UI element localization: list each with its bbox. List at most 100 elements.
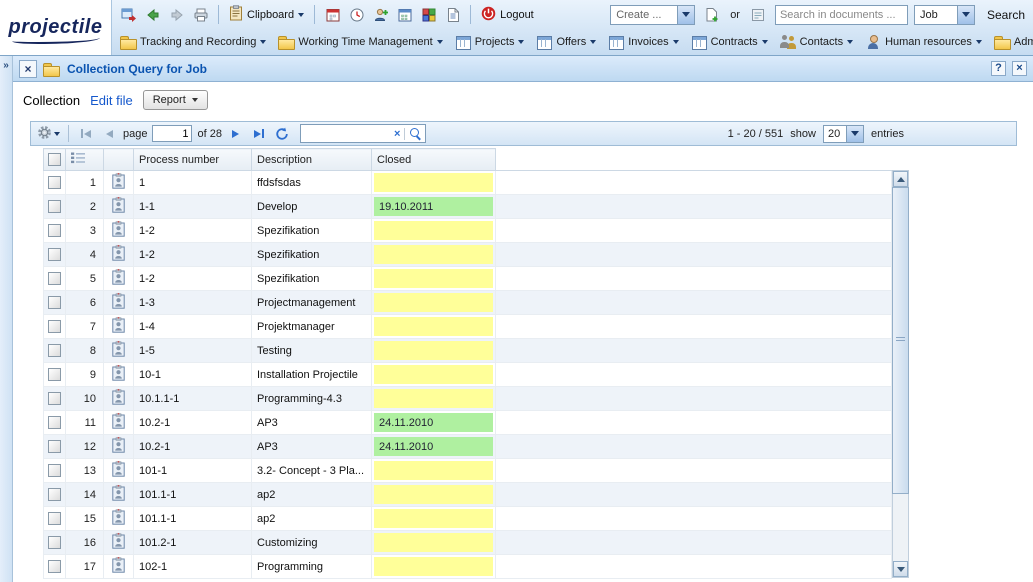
row-checkbox[interactable] bbox=[48, 296, 61, 309]
next-page-button[interactable] bbox=[227, 125, 245, 143]
chevron-down-icon[interactable] bbox=[957, 6, 974, 24]
process-number-cell[interactable]: 10-1 bbox=[134, 363, 252, 387]
description-cell[interactable]: AP3 bbox=[252, 435, 372, 459]
template-icon[interactable] bbox=[748, 4, 769, 25]
job-icon[interactable] bbox=[112, 372, 125, 384]
table-settings-button[interactable] bbox=[37, 125, 60, 143]
row-checkbox[interactable] bbox=[48, 368, 61, 381]
scroll-down-button[interactable] bbox=[893, 561, 908, 577]
row-checkbox[interactable] bbox=[48, 416, 61, 429]
process-number-cell[interactable]: 10.2-1 bbox=[134, 411, 252, 435]
process-number-cell[interactable]: 1-2 bbox=[134, 243, 252, 267]
clear-filter-icon[interactable]: × bbox=[390, 128, 405, 140]
menu-item-administration[interactable]: Administration bbox=[994, 35, 1033, 49]
search-button[interactable]: Search bbox=[987, 8, 1025, 22]
process-number-cell[interactable]: 101.2-1 bbox=[134, 531, 252, 555]
refresh-button[interactable] bbox=[273, 125, 291, 143]
chevron-down-icon[interactable] bbox=[677, 6, 694, 24]
description-cell[interactable]: Installation Projectile bbox=[252, 363, 372, 387]
process-number-cell[interactable]: 1-2 bbox=[134, 219, 252, 243]
description-cell[interactable]: Spezifikation bbox=[252, 219, 372, 243]
column-header-process-number[interactable]: Process number bbox=[134, 149, 252, 171]
time-tracking-icon[interactable] bbox=[346, 4, 367, 25]
description-cell[interactable]: Programming bbox=[252, 555, 372, 579]
search-icon[interactable] bbox=[409, 127, 422, 140]
add-user-icon[interactable] bbox=[370, 4, 391, 25]
description-cell[interactable]: Projektmanager bbox=[252, 315, 372, 339]
row-checkbox[interactable] bbox=[48, 272, 61, 285]
job-icon[interactable] bbox=[112, 564, 125, 576]
help-button[interactable]: ? bbox=[991, 61, 1006, 76]
menu-item-working-time-management[interactable]: Working Time Management bbox=[278, 35, 442, 49]
job-icon[interactable] bbox=[112, 324, 125, 336]
process-number-cell[interactable]: 1-2 bbox=[134, 267, 252, 291]
description-cell[interactable]: Projectmanagement bbox=[252, 291, 372, 315]
create-document-icon[interactable] bbox=[701, 4, 722, 25]
page-size-select[interactable]: 20 bbox=[823, 125, 864, 143]
row-checkbox[interactable] bbox=[48, 344, 61, 357]
row-checkbox[interactable] bbox=[48, 224, 61, 237]
job-icon[interactable] bbox=[112, 420, 125, 432]
clipboard-button[interactable]: Clipboard bbox=[226, 5, 307, 24]
close-panel-icon[interactable]: × bbox=[19, 60, 37, 78]
job-icon[interactable] bbox=[112, 276, 125, 288]
description-cell[interactable]: ffdsfsdas bbox=[252, 171, 372, 195]
row-number-header[interactable] bbox=[66, 149, 104, 171]
process-number-cell[interactable]: 1-4 bbox=[134, 315, 252, 339]
scrollbar-track[interactable] bbox=[893, 187, 908, 561]
select-all-checkbox[interactable] bbox=[48, 153, 61, 166]
description-cell[interactable]: ap2 bbox=[252, 507, 372, 531]
job-icon[interactable] bbox=[112, 540, 125, 552]
last-page-button[interactable] bbox=[250, 125, 268, 143]
back-icon[interactable] bbox=[142, 4, 163, 25]
menu-item-contracts[interactable]: Contracts bbox=[691, 35, 768, 49]
timesheet-icon[interactable] bbox=[322, 4, 343, 25]
document-type-select[interactable]: Job bbox=[914, 5, 975, 25]
report-button[interactable]: Report bbox=[143, 90, 208, 110]
column-header-closed[interactable]: Closed bbox=[372, 149, 496, 171]
filter-input[interactable] bbox=[304, 128, 390, 140]
vertical-scrollbar[interactable] bbox=[892, 170, 909, 578]
prev-page-button[interactable] bbox=[100, 125, 118, 143]
calendar-icon[interactable] bbox=[394, 4, 415, 25]
forward-icon[interactable] bbox=[166, 4, 187, 25]
scrollbar-thumb[interactable] bbox=[892, 187, 909, 494]
job-icon[interactable] bbox=[112, 252, 125, 264]
document-search-input[interactable] bbox=[775, 5, 908, 25]
menu-item-invoices[interactable]: Invoices bbox=[608, 35, 678, 49]
logout-button[interactable]: Logout bbox=[478, 6, 537, 24]
description-cell[interactable]: 3.2- Concept - 3 Pla... bbox=[252, 459, 372, 483]
process-number-cell[interactable]: 1-5 bbox=[134, 339, 252, 363]
job-icon[interactable] bbox=[112, 396, 125, 408]
row-checkbox[interactable] bbox=[48, 488, 61, 501]
job-icon[interactable] bbox=[112, 204, 125, 216]
menu-item-contacts[interactable]: Contacts bbox=[780, 35, 853, 49]
process-number-cell[interactable]: 101.1-1 bbox=[134, 507, 252, 531]
job-icon[interactable] bbox=[112, 228, 125, 240]
description-cell[interactable]: Develop bbox=[252, 195, 372, 219]
modules-icon[interactable] bbox=[418, 4, 439, 25]
print-icon[interactable] bbox=[190, 4, 211, 25]
row-checkbox[interactable] bbox=[48, 320, 61, 333]
description-cell[interactable]: ap2 bbox=[252, 483, 372, 507]
job-icon[interactable] bbox=[112, 492, 125, 504]
document-icon[interactable] bbox=[442, 4, 463, 25]
process-number-cell[interactable]: 10.1.1-1 bbox=[134, 387, 252, 411]
process-number-cell[interactable]: 101.1-1 bbox=[134, 483, 252, 507]
description-cell[interactable]: Customizing bbox=[252, 531, 372, 555]
row-checkbox[interactable] bbox=[48, 200, 61, 213]
process-number-cell[interactable]: 10.2-1 bbox=[134, 435, 252, 459]
column-header-description[interactable]: Description bbox=[252, 149, 372, 171]
description-cell[interactable]: Testing bbox=[252, 339, 372, 363]
job-icon[interactable] bbox=[112, 300, 125, 312]
scroll-up-button[interactable] bbox=[893, 171, 908, 187]
row-checkbox[interactable] bbox=[48, 464, 61, 477]
menu-item-projects[interactable]: Projects bbox=[455, 35, 525, 49]
row-checkbox[interactable] bbox=[48, 560, 61, 573]
description-cell[interactable]: AP3 bbox=[252, 411, 372, 435]
row-checkbox[interactable] bbox=[48, 440, 61, 453]
chevron-down-icon[interactable] bbox=[846, 126, 863, 142]
menu-item-tracking-and-recording[interactable]: Tracking and Recording bbox=[120, 35, 266, 49]
process-number-cell[interactable]: 102-1 bbox=[134, 555, 252, 579]
edit-file-link[interactable]: Edit file bbox=[90, 93, 133, 108]
